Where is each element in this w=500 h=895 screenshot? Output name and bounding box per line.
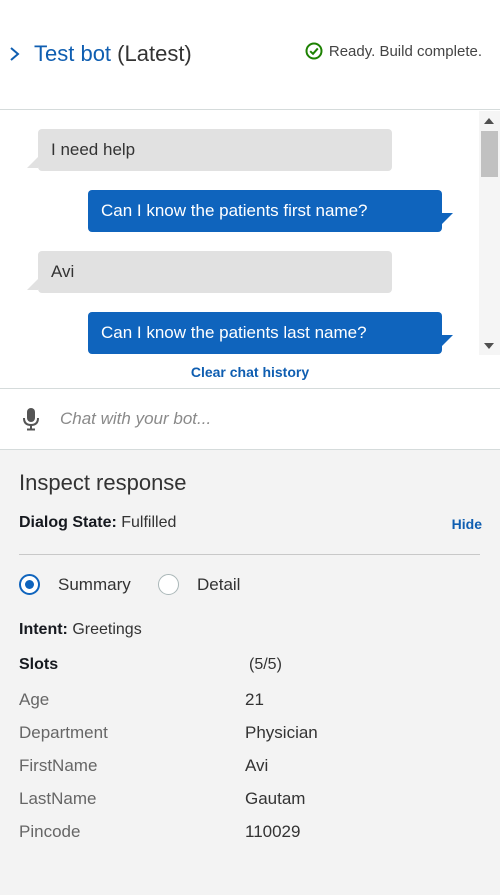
chat-log[interactable]: I need help Can I know the patients firs… [0,111,500,388]
intent-value: Greetings [72,621,142,638]
slot-name: Age [19,690,50,709]
slot-value: Physician [245,723,318,742]
radio-detail-label: Detail [197,574,241,594]
bot-title: Test bot (Latest) [34,40,192,68]
divider [19,554,480,555]
slot-value: 21 [245,690,264,709]
radio-summary-label: Summary [58,574,131,594]
slot-name: LastName [19,789,97,808]
slot-row: Pincode 110029 [19,822,479,844]
microphone-icon[interactable] [22,407,40,431]
scroll-down-arrow-icon[interactable] [484,343,494,349]
user-message: I need help [27,129,392,171]
inspect-response-title: Inspect response [19,470,187,495]
dialog-state: Dialog State: Fulfilled [19,514,176,532]
bot-message: Can I know the patients last name? [88,312,453,354]
inspect-response-panel: Inspect response Dialog State: Fulfilled… [0,450,500,895]
slot-row: Department Physician [19,723,479,745]
build-status-text: Ready. Build complete. [328,42,482,60]
slots-label: Slots [19,656,59,673]
intent-label: Intent: [19,621,68,638]
dialog-state-label: Dialog State: [19,514,117,531]
slots-heading: Slots [19,656,58,674]
chat-scrollbar[interactable] [479,111,500,355]
chat-input[interactable] [56,403,476,435]
slot-value: Avi [245,756,269,775]
bot-header: Test bot (Latest) Ready. Build complete. [0,0,500,110]
slot-row: FirstName Avi [19,756,479,778]
slot-name: Department [19,723,108,742]
radio-unselected-icon[interactable] [158,574,179,595]
user-message: Avi [27,251,392,293]
slot-value: Gautam [245,789,306,808]
radio-detail[interactable]: Detail [158,574,240,595]
dialog-state-value: Fulfilled [121,514,177,531]
radio-summary[interactable]: Summary [19,574,131,595]
slot-name: Pincode [19,822,81,841]
scroll-up-arrow-icon[interactable] [484,118,494,124]
slot-row: LastName Gautam [19,789,479,811]
slots-count: (5/5) [249,656,282,673]
intent: Intent: Greetings [19,621,142,639]
build-status: Ready. Build complete. [305,42,482,60]
slot-value: 110029 [245,822,301,841]
chevron-right-icon[interactable] [8,44,22,64]
clear-chat-history-link[interactable]: Clear chat history [0,364,500,380]
bot-message: Can I know the patients first name? [88,190,453,232]
bot-name: Test bot [34,41,112,66]
scrollbar-thumb[interactable] [481,131,498,177]
hide-link[interactable]: Hide [452,516,482,532]
slot-name: FirstName [19,756,98,775]
chat-input-bar [0,388,500,450]
check-circle-icon [305,42,323,60]
bot-version: (Latest) [117,41,192,66]
radio-selected-icon[interactable] [19,574,40,595]
slot-row: Age 21 [19,690,479,712]
